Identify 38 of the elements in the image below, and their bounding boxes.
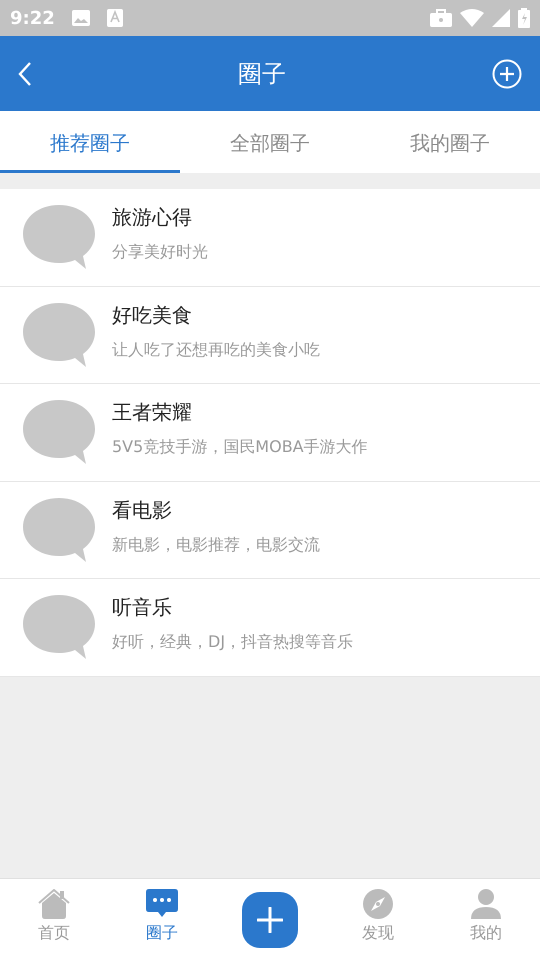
back-icon xyxy=(18,60,32,86)
tab[interactable]: 我的圈子 xyxy=(360,111,540,173)
wifi-icon xyxy=(460,9,484,27)
nav-tab[interactable]: 我的 xyxy=(432,879,540,960)
chat-bubble-icon xyxy=(22,300,96,369)
circle-description: 好听，经典，DJ，抖音热搜等音乐 xyxy=(112,631,354,654)
page-title: 圈子 xyxy=(238,58,286,90)
home-icon xyxy=(37,889,71,919)
person-icon xyxy=(470,889,502,919)
nav-tab[interactable]: 圈子 xyxy=(108,879,216,960)
text-icon xyxy=(106,9,123,27)
circle-name: 听音乐 xyxy=(112,594,173,622)
signal-icon xyxy=(492,9,510,27)
add-circle-icon xyxy=(492,58,522,88)
tab[interactable]: 推荐圈子 xyxy=(0,111,180,173)
chat-bubble-icon xyxy=(22,496,96,564)
circle-description: 5V5竞技手游，国民MOBA手游大作 xyxy=(112,436,368,458)
chat-bubble-icon xyxy=(22,203,96,272)
briefcase-icon xyxy=(430,9,452,27)
image-icon xyxy=(70,9,91,27)
nav-tab[interactable]: 发现 xyxy=(324,879,432,960)
chat-bubble-icon xyxy=(22,593,96,662)
circle-name: 看电影 xyxy=(112,496,173,524)
plus-icon xyxy=(257,906,283,932)
circle-description: 让人吃了还想再吃的美食小吃 xyxy=(112,338,320,361)
circle-name: 好吃美食 xyxy=(112,302,193,329)
battery-icon xyxy=(518,8,530,28)
chat-bubble-icon xyxy=(22,398,96,466)
nav-tab[interactable]: 首页 xyxy=(0,879,108,960)
circle-description: 分享美好时光 xyxy=(112,241,208,264)
circle-name: 旅游心得 xyxy=(112,204,193,232)
circle-description: 新电影，电影推荐，电影交流 xyxy=(112,534,320,556)
tab[interactable]: 全部圈子 xyxy=(180,111,360,173)
compass-icon xyxy=(363,889,393,919)
add-post-button[interactable] xyxy=(242,892,298,948)
status-time: 9:22 xyxy=(10,6,55,30)
circle-name: 王者荣耀 xyxy=(112,399,193,426)
chat-icon xyxy=(146,889,178,919)
